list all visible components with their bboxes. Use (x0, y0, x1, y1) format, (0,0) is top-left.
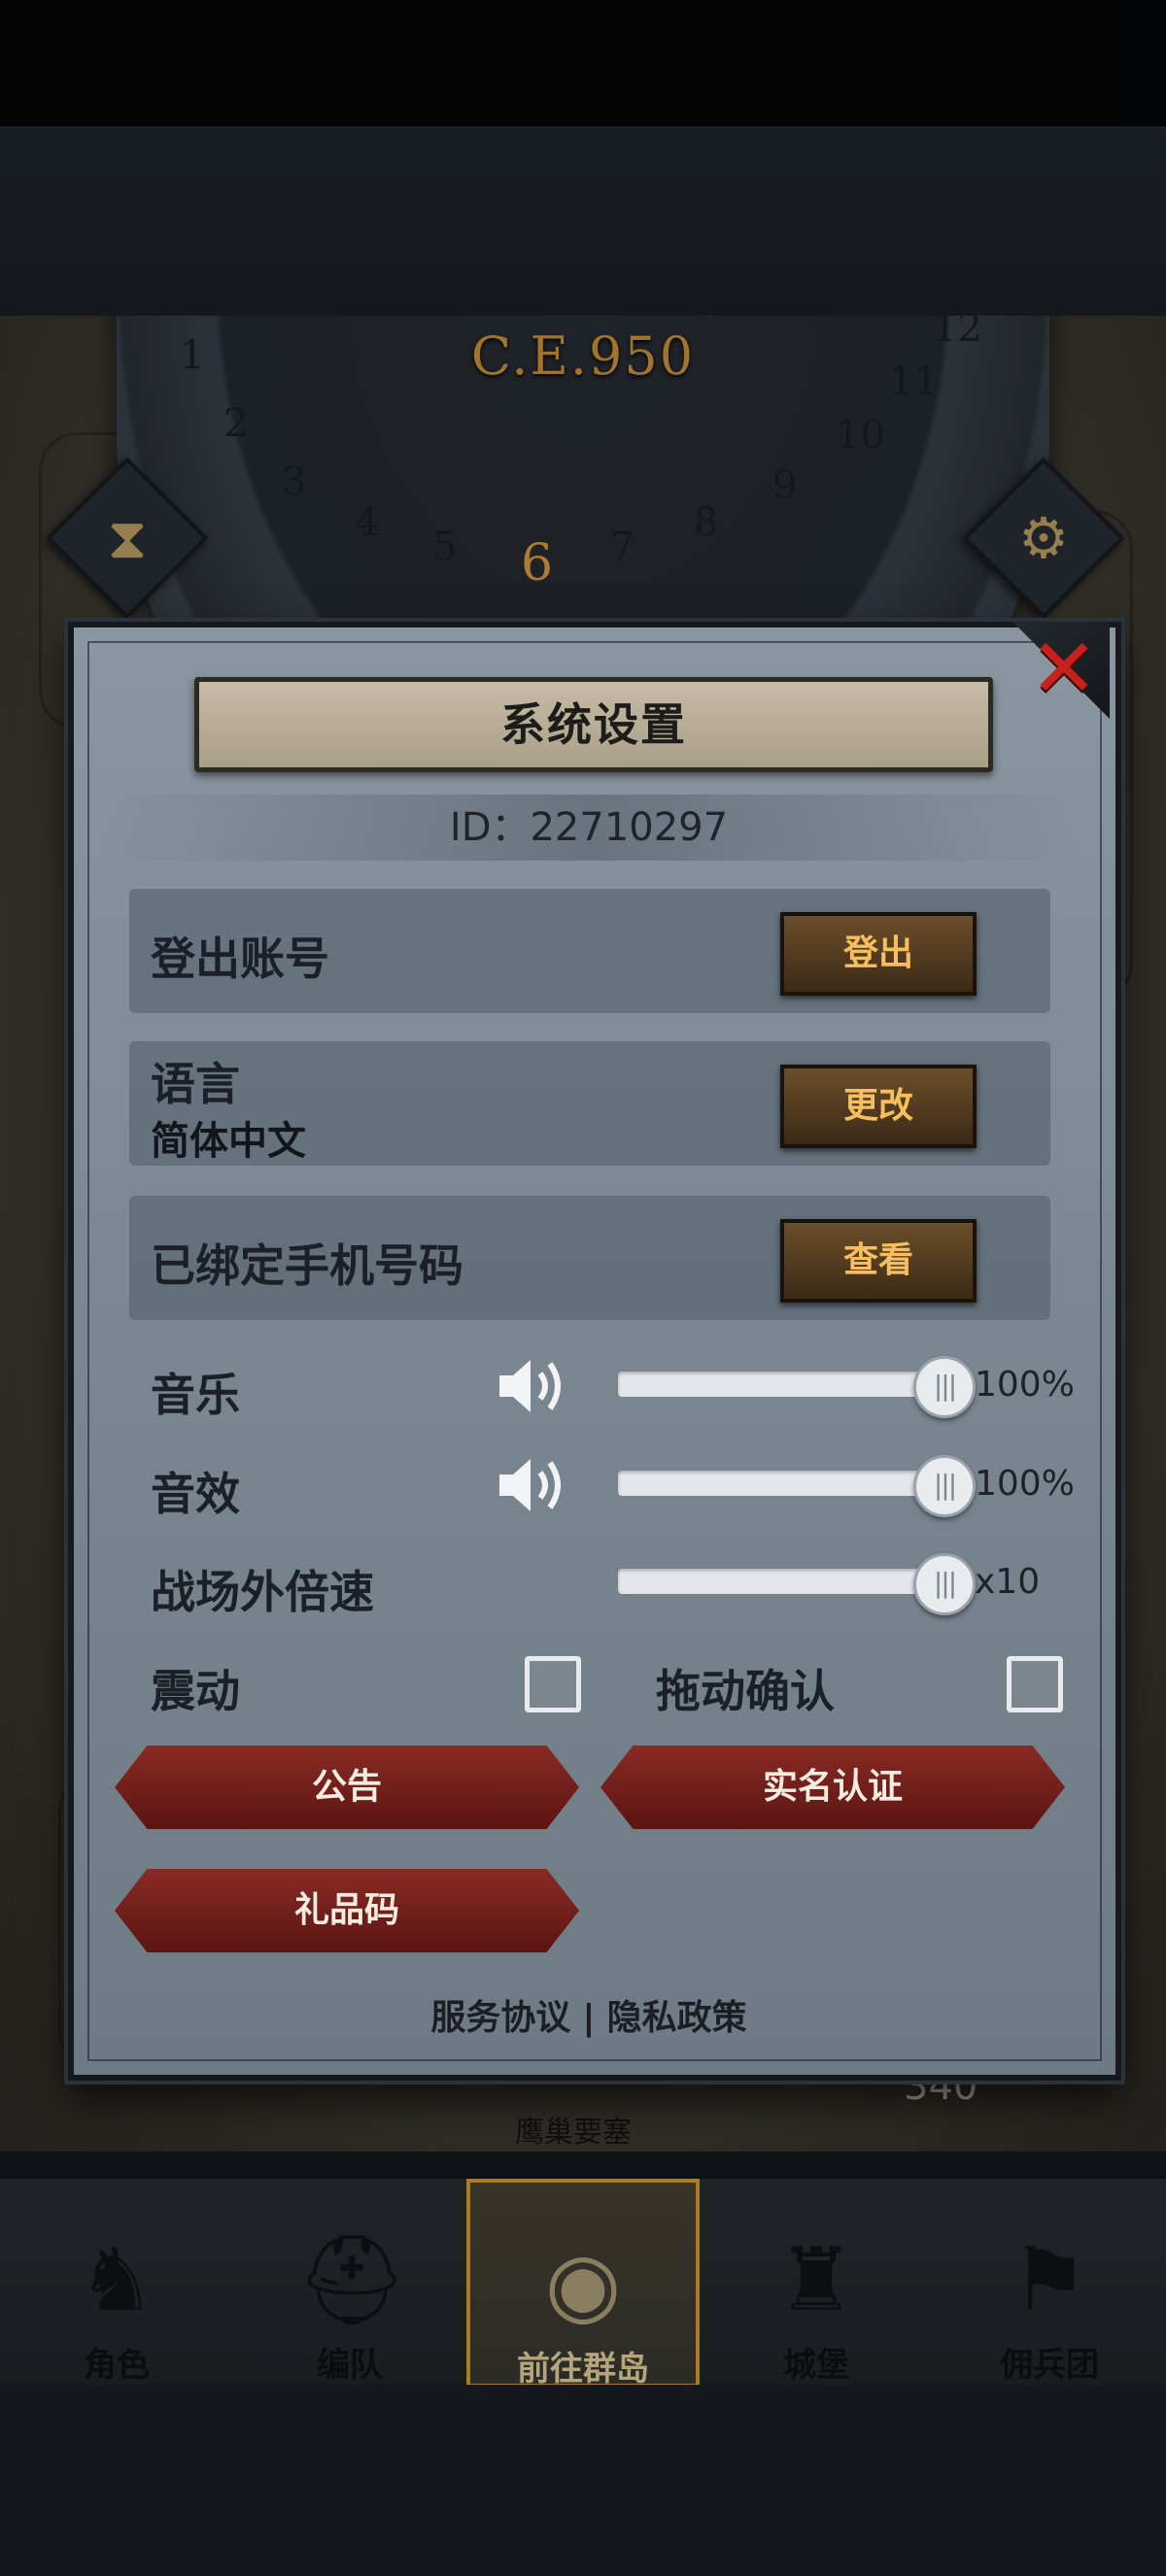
realname-button[interactable]: 实名认证 (600, 1746, 1065, 1829)
speed-slider[interactable] (618, 1569, 939, 1594)
speed-label: 战场外倍速 (151, 1566, 374, 1618)
sfx-slider-handle[interactable]: ||| (913, 1455, 976, 1517)
language-row: 语言 简体中文 更改 (129, 1041, 1050, 1166)
music-slider[interactable] (618, 1372, 939, 1397)
view-phone-button[interactable]: 查看 (780, 1219, 977, 1303)
speed-value: x10 (975, 1562, 1041, 1602)
notice-button[interactable]: 公告 (115, 1746, 579, 1829)
drag-confirm-checkbox[interactable] (1007, 1656, 1063, 1712)
phone-row: 已绑定手机号码 查看 (129, 1196, 1050, 1320)
phone-label: 已绑定手机号码 (151, 1239, 463, 1292)
language-value: 简体中文 (151, 1119, 306, 1164)
sfx-value: 100% (975, 1464, 1075, 1504)
logout-row: 登出账号 登出 (129, 889, 1050, 1013)
music-label: 音乐 (151, 1369, 240, 1421)
speed-slider-handle[interactable]: ||| (913, 1553, 976, 1615)
dialog-title: 系统设置 (194, 677, 993, 772)
service-agreement-link[interactable]: 服务协议 (430, 1989, 570, 2040)
logout-button[interactable]: 登出 (780, 912, 977, 996)
language-label: 语言 (151, 1058, 240, 1110)
speaker-icon[interactable] (496, 1451, 573, 1519)
music-slider-handle[interactable]: ||| (913, 1356, 976, 1418)
giftcode-button[interactable]: 礼品码 (115, 1869, 579, 1952)
footer-links: 服务协议 | 隐私政策 (0, 1989, 1166, 2040)
sfx-label: 音效 (151, 1468, 240, 1520)
music-value: 100% (975, 1365, 1075, 1405)
drag-confirm-label: 拖动确认 (656, 1665, 835, 1717)
vibration-checkbox[interactable] (525, 1656, 581, 1712)
sfx-slider[interactable] (618, 1471, 939, 1496)
user-id: ID：22710297 (97, 795, 1080, 861)
vibration-label: 震动 (151, 1665, 240, 1717)
privacy-policy-link[interactable]: 隐私政策 (607, 1989, 747, 2040)
footer-separator: | (582, 1998, 596, 2038)
change-language-button[interactable]: 更改 (780, 1065, 977, 1148)
speaker-icon[interactable] (496, 1352, 573, 1420)
logout-label: 登出账号 (151, 932, 329, 985)
close-icon[interactable]: ✕ (1025, 627, 1103, 709)
